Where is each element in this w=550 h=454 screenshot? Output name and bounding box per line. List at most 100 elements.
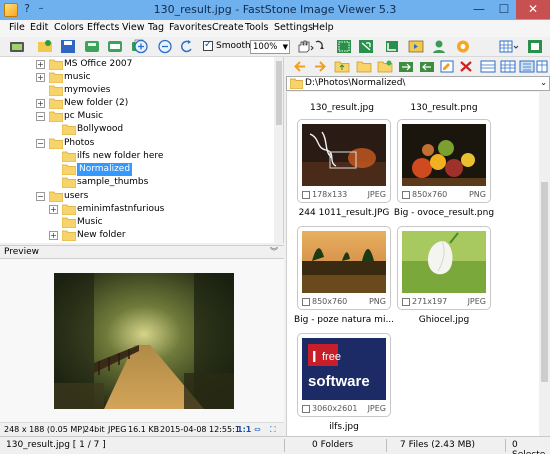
menu-file[interactable]: File xyxy=(9,22,25,33)
rename-icon[interactable] xyxy=(439,59,455,74)
expand-icon[interactable]: + xyxy=(49,205,58,214)
tree-item-new-folder-2[interactable]: + New folder (2) xyxy=(36,97,276,110)
menu-view[interactable]: View xyxy=(122,22,145,33)
maximize-button[interactable]: ☐ xyxy=(492,0,516,19)
acquire-icon[interactable] xyxy=(336,39,352,54)
zoom-in-icon[interactable] xyxy=(133,39,149,54)
actual-size-button[interactable]: 1:1 xyxy=(237,425,251,434)
tree-scrollbar-thumb[interactable] xyxy=(276,61,282,125)
save-icon[interactable] xyxy=(60,39,76,54)
expand-icon[interactable]: + xyxy=(36,73,45,82)
tree-item-ms-office-2007[interactable]: + MS Office 2007 xyxy=(36,58,276,71)
menu-tag[interactable]: Tag xyxy=(148,22,164,33)
fullscreen-icon[interactable] xyxy=(527,39,543,54)
rotate-left-icon[interactable] xyxy=(179,39,195,54)
forward-icon[interactable] xyxy=(312,59,328,74)
move-to-icon[interactable] xyxy=(419,59,435,74)
menu-colors[interactable]: Colors xyxy=(54,22,84,33)
close-button[interactable]: ✕ xyxy=(516,0,550,19)
tree-item-users[interactable]: − users xyxy=(36,190,276,203)
select-checkbox[interactable] xyxy=(302,298,310,306)
tree-item-mymovies[interactable]: mymovies xyxy=(36,84,276,97)
tree-item-music-user[interactable]: Music xyxy=(49,216,276,229)
select-checkbox[interactable] xyxy=(402,191,410,199)
tree-scrollbar[interactable] xyxy=(274,57,283,243)
image-dims: 3060x2601 xyxy=(312,404,358,413)
menu-effects[interactable]: Effects xyxy=(87,22,119,33)
thumbnail-card[interactable]: 850x760 PNG xyxy=(397,119,491,203)
settings-icon[interactable] xyxy=(455,39,471,54)
folder-icon xyxy=(62,204,76,215)
collapse-icon[interactable]: − xyxy=(36,112,45,121)
select-checkbox[interactable] xyxy=(302,405,310,413)
open-folder-icon[interactable] xyxy=(9,39,25,54)
tree-item-ilfs-new-folder-here[interactable]: ilfs new folder here xyxy=(49,150,276,163)
expand-icon[interactable]: + xyxy=(36,99,45,108)
thumbnails-view-icon[interactable] xyxy=(500,59,516,74)
tree-item-normalized[interactable]: Normalized xyxy=(49,162,276,177)
menu-edit[interactable]: Edit xyxy=(30,22,48,33)
save-as-icon[interactable] xyxy=(84,39,100,54)
full-screen-preview-icon[interactable]: ⛶ xyxy=(270,425,276,435)
file-size: 16.1 KB xyxy=(128,425,160,434)
thumbnail-card[interactable]: 271x197 JPEG xyxy=(397,226,491,310)
folder-icon xyxy=(62,177,76,188)
rotate-right-icon[interactable] xyxy=(313,39,327,54)
hand-tool-icon[interactable] xyxy=(295,39,315,54)
collapse-icon[interactable]: − xyxy=(36,192,45,201)
tree-item-sample-thumbs[interactable]: sample_thumbs xyxy=(49,176,276,189)
email-icon[interactable] xyxy=(107,39,123,54)
thumbnail-caption: ilfs.jpg xyxy=(329,422,359,432)
zoom-out-icon[interactable] xyxy=(157,39,173,54)
crop-icon[interactable] xyxy=(384,39,400,54)
main-toolbar: Smooth 100% ▼ xyxy=(0,37,550,57)
menu-tools[interactable]: Tools xyxy=(245,22,268,33)
details-view-icon[interactable] xyxy=(480,59,496,74)
tree-item-new-folder[interactable]: + New folder xyxy=(49,229,276,242)
zoom-select[interactable]: 100% ▼ xyxy=(250,40,290,54)
preview-image[interactable] xyxy=(54,273,234,409)
slideshow-icon[interactable] xyxy=(408,39,424,54)
tree-item-label: Music xyxy=(77,217,103,227)
open-file-icon[interactable] xyxy=(37,39,53,54)
browser-scrollbar-thumb[interactable] xyxy=(541,182,548,382)
tree-item-label: MS Office 2007 xyxy=(64,59,133,69)
tree-item-pc-music[interactable]: − pc Music xyxy=(36,110,276,123)
up-folder-icon[interactable] xyxy=(334,59,350,74)
address-bar[interactable]: D:\Photos\Normalized\ ⌄ xyxy=(286,76,550,91)
sort-icon[interactable] xyxy=(519,59,535,74)
tree-item-eminimfastnfurious[interactable]: + eminimfastnfurious xyxy=(49,203,276,216)
collapse-preview-icon[interactable]: ︾ xyxy=(270,246,278,257)
resize-icon[interactable] xyxy=(358,39,374,54)
tree-item-photos[interactable]: − Photos xyxy=(36,137,276,150)
smooth-checkbox[interactable] xyxy=(203,39,213,51)
copy-to-icon[interactable] xyxy=(398,59,414,74)
filter-icon[interactable] xyxy=(536,59,548,74)
back-icon[interactable] xyxy=(292,59,308,74)
favorite-folder-icon[interactable] xyxy=(356,59,372,74)
tree-item-music[interactable]: + music xyxy=(36,71,276,84)
expand-icon[interactable]: + xyxy=(36,60,45,69)
select-checkbox[interactable] xyxy=(302,191,310,199)
thumbnail-card[interactable]: 178x133 JPEG xyxy=(297,119,391,203)
tree-item-bollywood[interactable]: Bollywood xyxy=(49,123,276,136)
new-folder-icon[interactable] xyxy=(377,59,393,74)
select-checkbox[interactable] xyxy=(402,298,410,306)
browser-scrollbar[interactable] xyxy=(539,92,550,436)
minimize-button[interactable]: — xyxy=(466,0,492,19)
fit-window-icon[interactable]: ⇔ xyxy=(254,425,261,434)
menu-create[interactable]: Create xyxy=(212,22,244,33)
layout-icon[interactable] xyxy=(499,39,519,54)
thumbnail-card[interactable]: I free software 3060x2601 JPEG xyxy=(297,333,391,417)
chevron-down-icon[interactable]: ⌄ xyxy=(540,78,547,87)
menu-help[interactable]: Help xyxy=(312,22,334,33)
collapse-icon[interactable]: − xyxy=(36,139,45,148)
user-icon[interactable] xyxy=(431,39,447,54)
thumbnail-image xyxy=(402,231,486,293)
thumbnail-card[interactable]: 850x760 PNG xyxy=(297,226,391,310)
menu-favorites[interactable]: Favorites xyxy=(169,22,212,33)
delete-icon[interactable] xyxy=(458,59,474,74)
menu-settings[interactable]: Settings xyxy=(274,22,313,33)
preview-title: Preview xyxy=(4,247,40,257)
expand-icon[interactable]: + xyxy=(49,231,58,240)
